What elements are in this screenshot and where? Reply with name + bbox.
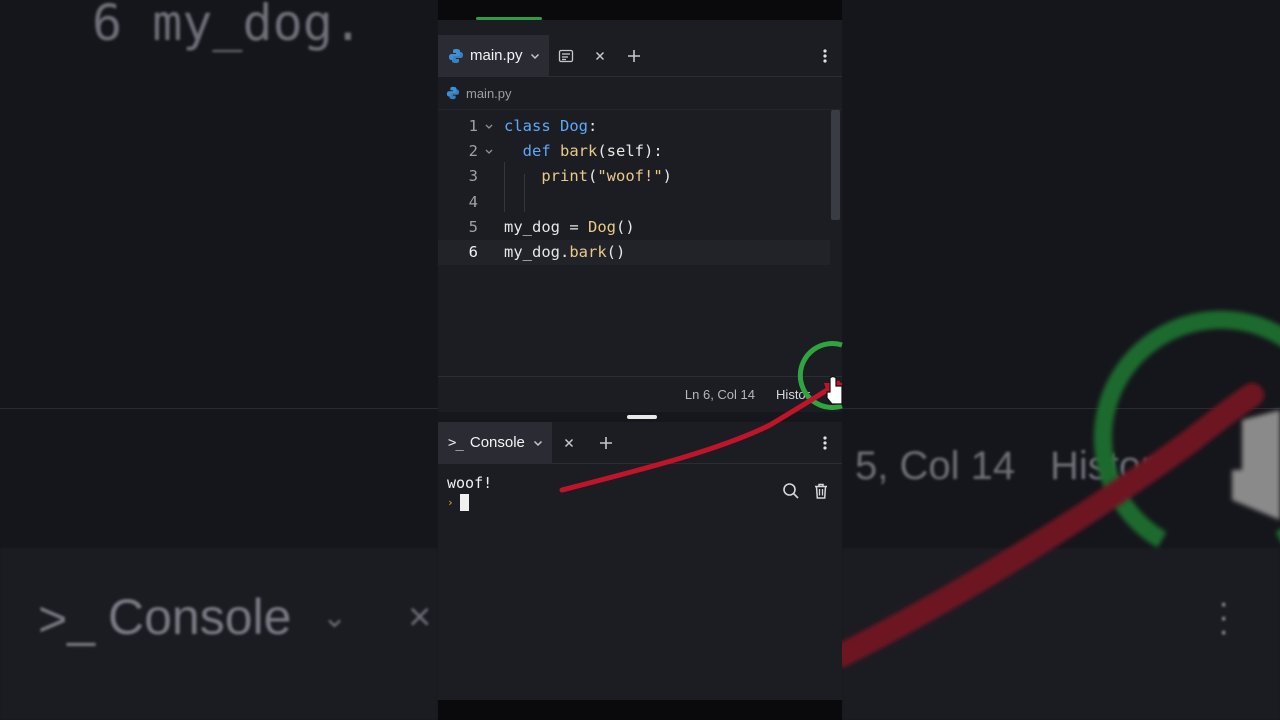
close-tab-button[interactable] — [583, 35, 617, 76]
kebab-icon — [823, 48, 827, 64]
line-number: 5 — [468, 217, 478, 236]
tab-console[interactable]: >_ Console — [438, 422, 552, 463]
editor-status-bar: Ln 6, Col 14 Histor — [438, 376, 842, 412]
background-console-glyph: >_ — [38, 591, 96, 647]
top-strip — [438, 0, 842, 20]
code-token: Dog — [588, 217, 616, 236]
line-number: 4 — [468, 192, 478, 211]
code-token: print — [541, 167, 588, 186]
code-token: my_dog. — [504, 243, 570, 261]
file-outline-button[interactable] — [549, 35, 583, 76]
new-console-tab-button[interactable] — [586, 422, 626, 463]
code-token: my_dog = — [504, 217, 588, 236]
console-tab-label: Console — [469, 434, 525, 451]
python-icon — [448, 48, 464, 64]
line-number: 6 — [468, 243, 478, 261]
replit-mobile-panel: main.py main.py 1 class Dog: 2 def bark(… — [438, 0, 842, 720]
tab-filename: main.py — [470, 47, 523, 64]
plus-icon — [598, 435, 614, 451]
cursor-position[interactable]: Ln 6, Col 14 — [685, 387, 755, 402]
search-icon[interactable] — [780, 480, 802, 502]
close-console-button[interactable] — [552, 422, 586, 463]
background-chevron-icon: ⌄ — [322, 601, 348, 634]
console-icon: >_ — [448, 434, 464, 451]
background-console-label: Console — [108, 589, 292, 645]
editor-scrollbar[interactable] — [831, 110, 840, 220]
prompt-arrow-icon: › — [447, 496, 454, 509]
code-token: ) — [662, 167, 673, 186]
trash-icon[interactable] — [810, 480, 832, 502]
code-text: class Dog: — [504, 114, 597, 139]
active-indicator — [476, 17, 542, 20]
code-token: (self): — [597, 142, 663, 161]
close-icon — [563, 437, 575, 449]
background-code-fragment: 6 my_dog. — [92, 0, 363, 52]
code-line[interactable]: 3 print("woof!") — [438, 164, 830, 189]
code-token: () — [606, 243, 626, 261]
code-line[interactable]: 6 my_dog.bark() — [438, 240, 830, 265]
bottom-strip — [438, 700, 842, 720]
editor-tab-bar: main.py — [438, 35, 842, 77]
chevron-down-icon[interactable] — [529, 50, 541, 62]
text-cursor — [459, 494, 469, 511]
console-menu-button[interactable] — [816, 422, 834, 463]
code-line[interactable]: 1 class Dog: — [438, 114, 830, 139]
code-line[interactable]: 5 my_dog = Dog() — [438, 215, 830, 240]
code-line[interactable]: 4 — [438, 190, 830, 215]
splitter-handle[interactable] — [627, 415, 657, 419]
console-actions — [780, 480, 832, 502]
close-icon — [594, 50, 606, 62]
code-token: bark — [569, 243, 607, 261]
history-button[interactable]: Histor — [776, 387, 810, 402]
code-token: def — [522, 142, 560, 161]
kebab-icon — [823, 435, 827, 451]
code-token: bark — [560, 142, 598, 161]
code-text: my_dog.bark() — [504, 240, 625, 265]
line-number: 1 — [468, 117, 478, 135]
code-token: Dog — [560, 117, 588, 135]
code-token: ( — [588, 167, 598, 186]
code-text: print("woof!") — [504, 164, 672, 189]
editor-menu-button[interactable] — [816, 35, 834, 76]
code-token: : — [588, 117, 598, 135]
line-number: 2 — [468, 142, 478, 161]
code-editor[interactable]: 1 class Dog: 2 def bark(self): 3 print("woo… — [438, 112, 842, 376]
code-token: class — [504, 117, 560, 135]
code-token: () — [616, 217, 635, 236]
console-prompt-line[interactable]: › — [447, 494, 469, 511]
breadcrumb-filename: main.py — [466, 85, 512, 101]
pane-splitter[interactable] — [438, 412, 842, 422]
breadcrumb[interactable]: main.py — [438, 77, 842, 110]
code-text: def bark(self): — [504, 139, 663, 164]
background-close-icon: × — [408, 595, 432, 639]
background-highlight-graphic — [842, 310, 1280, 667]
outline-icon — [558, 48, 574, 64]
code-text: my_dog = Dog() — [504, 215, 635, 240]
python-icon — [446, 86, 460, 100]
line-number: 3 — [468, 167, 478, 186]
background-divider — [0, 408, 438, 409]
console-tab-bar: >_ Console — [438, 422, 842, 464]
tab-main-py[interactable]: main.py — [438, 35, 549, 76]
new-tab-button[interactable] — [617, 35, 651, 76]
console-output-area[interactable]: woof! › — [438, 464, 842, 700]
code-line[interactable]: 2 def bark(self): — [438, 139, 830, 164]
code-token: "woof!" — [597, 167, 663, 186]
console-output: woof! — [447, 474, 493, 492]
chevron-down-icon[interactable] — [532, 437, 544, 449]
plus-icon — [626, 48, 642, 64]
